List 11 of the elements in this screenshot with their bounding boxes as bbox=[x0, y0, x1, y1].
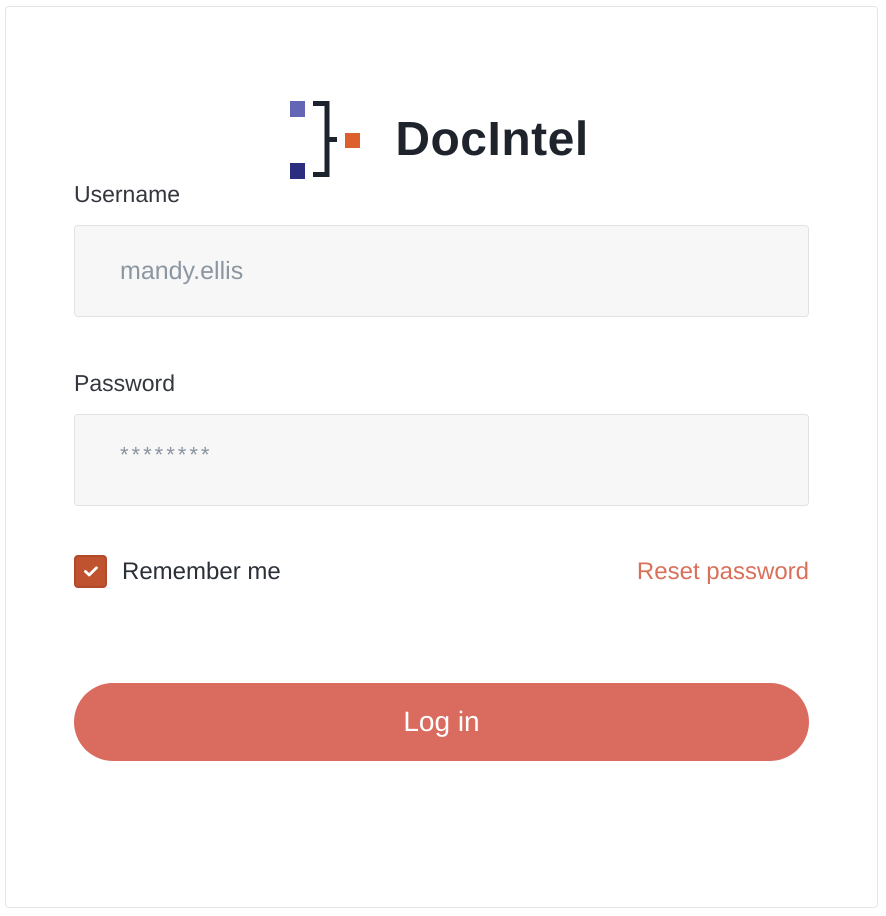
field-label: Username bbox=[74, 180, 180, 209]
reset-password-link[interactable]: Reset password bbox=[636, 556, 809, 586]
password-field[interactable]: ******** bbox=[74, 414, 809, 506]
username-field[interactable]: mandy.ellis bbox=[74, 225, 809, 317]
check-icon bbox=[84, 566, 98, 577]
login-button[interactable]: Log in bbox=[74, 683, 809, 761]
field-label: Password bbox=[74, 369, 175, 398]
brand-name: DocIntel bbox=[395, 116, 589, 164]
remember-checkbox[interactable] bbox=[74, 555, 107, 588]
remember-label: Remember me bbox=[122, 556, 281, 586]
logo-icon bbox=[290, 101, 360, 179]
